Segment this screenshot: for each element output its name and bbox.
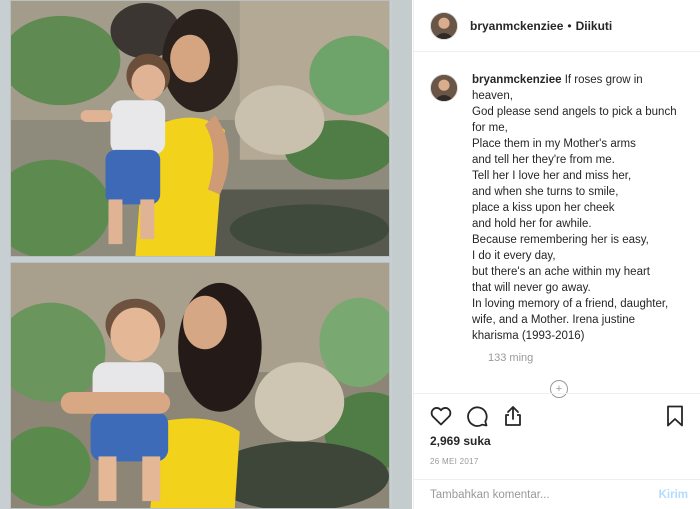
caption-timestamp: 133 ming	[488, 352, 534, 364]
post-media[interactable]	[0, 0, 412, 509]
caption-body: If roses grow in heaven, God please send…	[472, 74, 677, 342]
profile-photo-icon	[431, 75, 457, 101]
post-date[interactable]: 26 MEI 2017	[430, 457, 479, 466]
heart-outline-icon	[430, 406, 452, 425]
caption-text: bryanmckenziee If roses grow in heaven, …	[472, 72, 684, 344]
comment-input[interactable]	[430, 488, 659, 501]
add-comment-form: Kirim	[414, 479, 700, 509]
post-photo-bottom	[10, 262, 390, 509]
caption-comment: bryanmckenziee If roses grow in heaven, …	[430, 72, 690, 344]
header-username[interactable]: bryanmckenziee	[470, 19, 563, 33]
share-button[interactable]	[500, 403, 526, 429]
media-divider	[392, 0, 412, 509]
save-button[interactable]	[662, 403, 688, 429]
comment-button[interactable]	[464, 403, 490, 429]
comments-section: bryanmckenziee If roses grow in heaven, …	[430, 72, 690, 364]
avatar[interactable]	[430, 11, 458, 40]
post-details-panel: bryanmckenziee • Diikuti bryanmckenziee …	[413, 0, 700, 509]
like-button[interactable]	[428, 403, 454, 429]
post-photo-top	[10, 0, 390, 257]
profile-photo-icon	[431, 12, 457, 39]
caption-avatar[interactable]	[430, 74, 458, 102]
header-separator: •	[567, 18, 572, 33]
post-header: bryanmckenziee • Diikuti	[414, 0, 700, 52]
photo-mother-and-child-garden	[11, 1, 389, 256]
post-comment-button[interactable]: Kirim	[659, 489, 688, 501]
action-bar	[414, 393, 700, 437]
share-upload-icon	[505, 405, 521, 426]
follow-status-button[interactable]: Diikuti	[576, 19, 613, 33]
speech-bubble-icon	[467, 405, 488, 427]
photo-mother-holding-child	[11, 263, 389, 508]
bookmark-icon	[667, 405, 683, 426]
caption-username[interactable]: bryanmckenziee	[472, 74, 562, 86]
likes-count[interactable]: 2,969 suka	[430, 434, 491, 448]
